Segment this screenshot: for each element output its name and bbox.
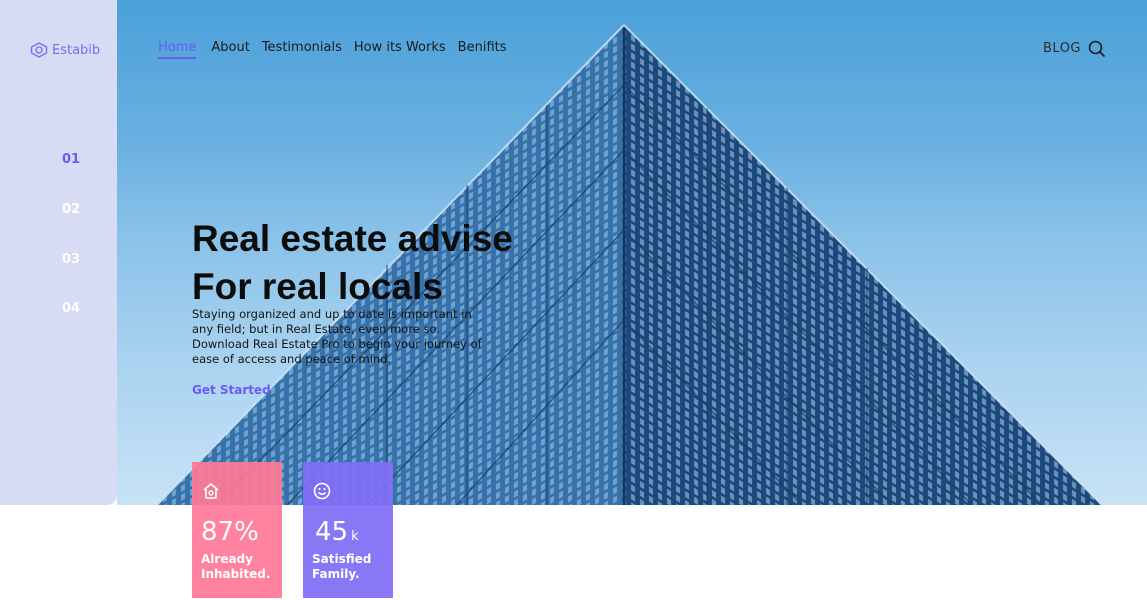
sidebar: Estabib 01 02 03 04 [0,0,117,505]
home-icon [203,483,219,499]
step-01[interactable]: 01 [0,152,142,167]
page-title: Real estate advise For real locals [192,215,513,311]
nav-testimonials[interactable]: Testimonials [262,40,342,59]
title-line-2: For real locals [192,266,443,307]
step-02[interactable]: 02 [0,202,142,217]
step-03[interactable]: 03 [0,252,142,267]
brand-name: Estabib [52,42,101,58]
smile-icon [313,482,331,500]
stat-card-satisfied: 45 k Satisfied Family. [303,462,393,598]
get-started-link[interactable]: Get Started [192,383,271,397]
stat-card-inhabited: 87% Already Inhabited. [192,462,282,598]
stat-value: 87% [201,517,259,547]
brand-logo[interactable]: Estabib [30,42,100,58]
title-line-1: Real estate advise [192,218,513,259]
stat-label: Already Inhabited. [201,552,271,581]
step-04[interactable]: 04 [0,301,142,316]
hero-description: Staying organized and up to date is impo… [192,307,482,366]
hexagon-logo-icon [30,42,48,58]
blog-link[interactable]: BLOG [1043,41,1081,56]
main-nav: Home About Testimonials How its Works Be… [158,40,519,59]
search-icon[interactable] [1088,40,1106,58]
stat-label: Satisfied Family. [312,552,372,581]
stat-value: 45 k [315,517,359,547]
nav-benifits[interactable]: Benifits [458,40,507,59]
nav-about[interactable]: About [211,40,249,59]
nav-how-its-works[interactable]: How its Works [354,40,446,59]
nav-home[interactable]: Home [158,40,197,59]
